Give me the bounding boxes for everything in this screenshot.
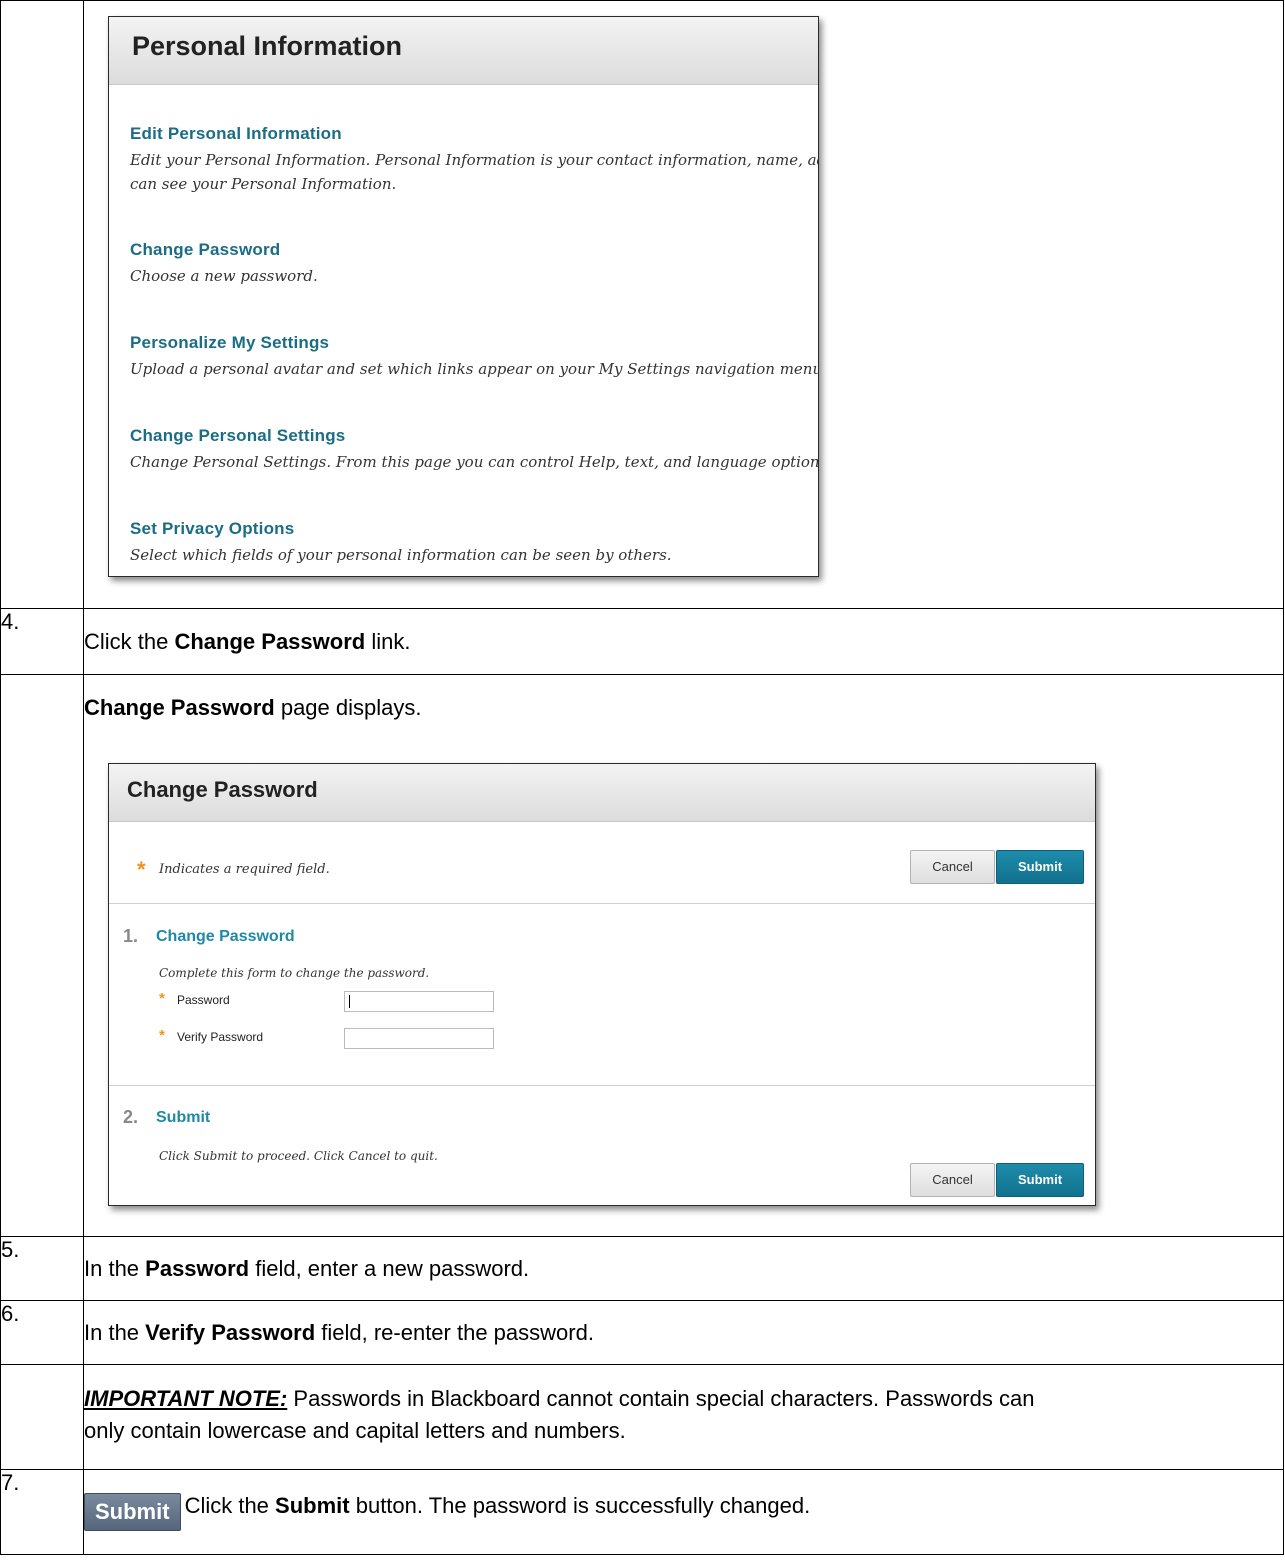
submit-button[interactable]: Submit — [996, 850, 1084, 884]
personalize-settings-link[interactable]: Personalize My Settings — [130, 333, 818, 353]
password-input[interactable] — [344, 991, 494, 1012]
note-label: IMPORTANT NOTE: — [84, 1386, 288, 1411]
panel-header: Change Password — [109, 764, 1095, 822]
pi-item-privacy: Set Privacy Options Select which fields … — [130, 519, 672, 567]
panel-title: Personal Information — [132, 31, 403, 61]
step-number: 7. — [0, 1469, 84, 1555]
password-label: Password — [177, 993, 230, 1007]
note-text: IMPORTANT NOTE: Passwords in Blackboard … — [83, 1364, 1284, 1470]
change-password-screenshot: Change Password * Indicates a required f… — [108, 763, 1096, 1206]
row-step-6: 6. In the Verify Password field, re-ente… — [0, 1300, 1284, 1365]
privacy-options-link[interactable]: Set Privacy Options — [130, 519, 672, 539]
step-number: 6. — [0, 1300, 84, 1365]
pi-item-personalize: Personalize My Settings Upload a persona… — [130, 333, 819, 381]
step-cell-empty — [0, 674, 84, 1237]
required-star-icon: * — [159, 1027, 165, 1044]
section-number: 1. — [123, 926, 139, 946]
submit-button[interactable]: Submit — [996, 1163, 1084, 1197]
section-title: Submit — [156, 1109, 211, 1126]
panel-title: Change Password — [127, 777, 318, 802]
section-number: 2. — [123, 1107, 139, 1127]
item-description: Choose a new password. — [130, 267, 318, 285]
pi-item-personal-settings: Change Personal Settings Change Personal… — [130, 426, 819, 474]
divider — [109, 903, 1095, 904]
verify-password-input[interactable] — [344, 1028, 494, 1049]
divider — [109, 1085, 1095, 1086]
section-instructions: Complete this form to change the passwor… — [159, 966, 430, 980]
change-password-link[interactable]: Change Password — [130, 240, 318, 260]
pi-item-edit: Edit Personal Information Edit your Pers… — [130, 124, 819, 196]
step-text: Click the Change Password link. — [83, 608, 1284, 675]
change-personal-settings-link[interactable]: Change Personal Settings — [130, 426, 818, 446]
step-cell-empty — [0, 1364, 84, 1470]
edit-personal-info-link[interactable]: Edit Personal Information — [130, 124, 818, 144]
required-star-icon: * — [159, 990, 165, 1007]
section-instructions: Click Submit to proceed. Click Cancel to… — [159, 1149, 438, 1163]
verify-password-label: Verify Password — [177, 1030, 264, 1044]
step-text: Submit Click the Submit button. The passw… — [83, 1469, 1284, 1555]
step-text: In the Verify Password field, re-enter t… — [83, 1300, 1284, 1365]
cancel-button[interactable]: Cancel — [910, 1163, 995, 1197]
required-star-icon: * — [137, 857, 146, 882]
section-title: Change Password — [156, 928, 295, 945]
step-number: 4. — [0, 608, 84, 675]
row-important-note: IMPORTANT NOTE: Passwords in Blackboard … — [0, 1364, 1284, 1470]
submit-button-image: Submit — [84, 1493, 181, 1531]
item-description: Select which fields of your personal inf… — [130, 546, 672, 564]
step-number: 5. — [0, 1236, 84, 1301]
item-description: Upload a personal avatar and set which l… — [130, 360, 819, 378]
cancel-button[interactable]: Cancel — [910, 850, 995, 884]
item-description: Edit your Personal Information. Personal… — [130, 151, 819, 193]
text-cursor — [349, 995, 350, 1008]
row-step-5: 5. In the Password field, enter a new pa… — [0, 1236, 1284, 1301]
panel-header: Personal Information — [109, 17, 818, 85]
item-description: Change Personal Settings. From this page… — [130, 453, 819, 471]
pi-item-password: Change Password Choose a new password. — [130, 240, 318, 288]
personal-info-screenshot: Personal Information Edit Personal Infor… — [108, 16, 819, 577]
step-cell-empty — [0, 0, 84, 609]
required-note: Indicates a required field. — [159, 862, 330, 877]
row-step-4: 4. Click the Change Password link. — [0, 608, 1284, 675]
step-text: In the Password field, enter a new passw… — [83, 1236, 1284, 1301]
row-step-7: 7. Submit Click the Submit button. The pa… — [0, 1469, 1284, 1555]
